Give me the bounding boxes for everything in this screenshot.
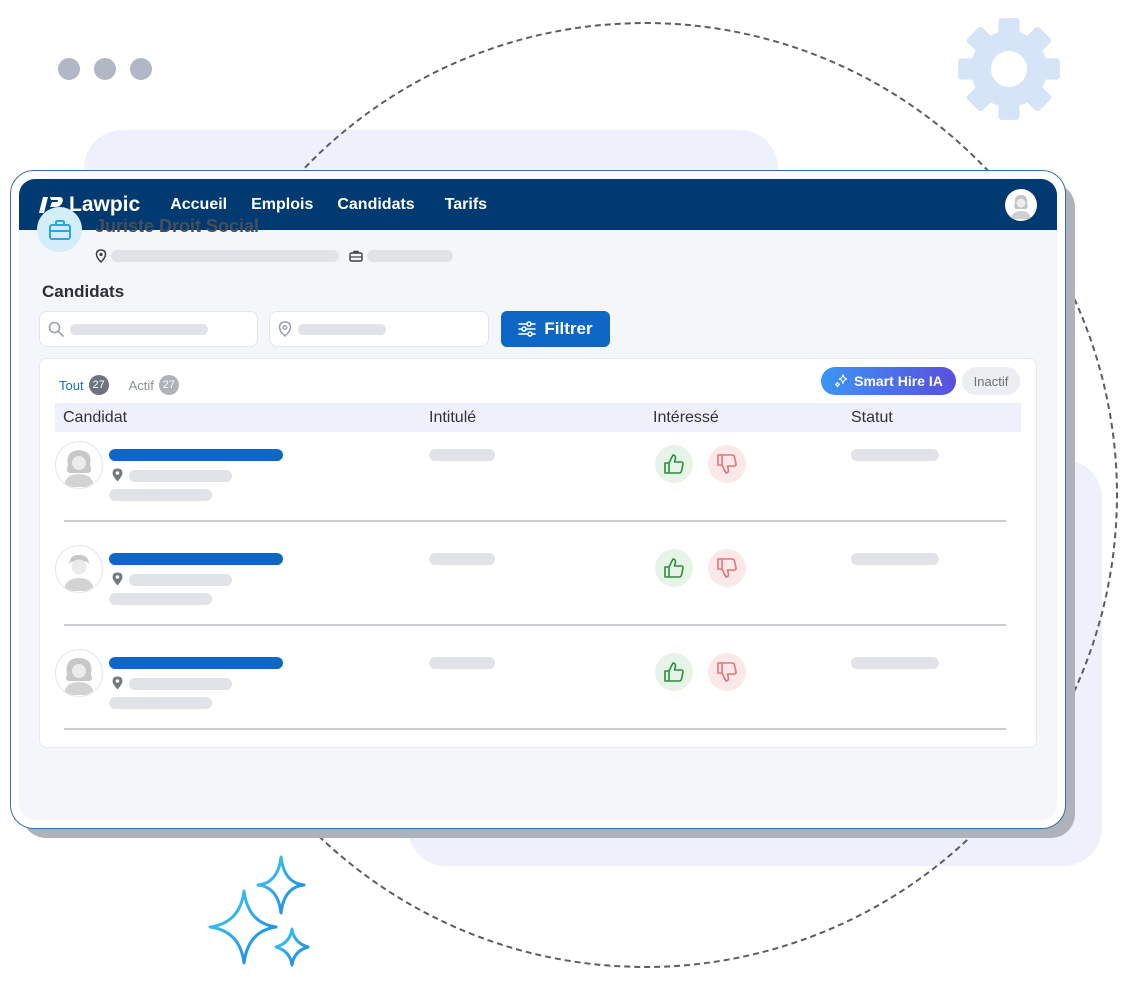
dot: [58, 58, 80, 80]
thumbs-down-button[interactable]: [708, 445, 746, 483]
table-header: Candidat Intitulé Intéressé Statut: [55, 403, 1021, 432]
smart-hire-button[interactable]: Smart Hire IA: [821, 367, 956, 395]
table-row[interactable]: [55, 536, 1021, 640]
candidate-location-placeholder: [129, 470, 232, 482]
candidate-avatar: [55, 441, 103, 489]
candidate-detail-placeholder: [109, 593, 212, 605]
dot: [94, 58, 116, 80]
job-title-placeholder: [429, 449, 495, 461]
thumbs-down-button[interactable]: [708, 549, 746, 587]
job-meta: [95, 249, 453, 263]
thumbs-up-icon: [664, 558, 684, 578]
row-divider: [64, 728, 1006, 730]
job-header: Juriste Droit Social: [37, 207, 453, 263]
thumbs-up-icon: [664, 454, 684, 474]
column-intitule: Intitulé: [429, 409, 477, 426]
table-row[interactable]: [55, 432, 1021, 536]
inactive-filter-button[interactable]: Inactif: [962, 367, 1020, 395]
location-pin-icon: [112, 572, 123, 586]
tab-count: 27: [88, 375, 109, 395]
job-title: Juriste Droit Social: [95, 216, 260, 236]
search-placeholder: [70, 323, 208, 335]
status-placeholder: [851, 449, 939, 461]
tab-label: Tout: [59, 377, 84, 393]
location-pin-icon: [112, 676, 123, 690]
candidates-table: Tout 27 Actif 27 Smart Hire IA Inactif C…: [39, 358, 1037, 748]
briefcase-small-icon: [349, 250, 363, 262]
user-avatar[interactable]: [1005, 189, 1037, 221]
thumbs-down-button[interactable]: [708, 653, 746, 691]
app-content: Lawpic Accueil Emplois Candidats Tarifs: [19, 179, 1057, 820]
row-divider: [64, 520, 1006, 522]
tab-label: Actif: [128, 377, 154, 393]
window-dots: [58, 58, 152, 80]
column-statut: Statut: [851, 409, 893, 426]
illustration-stage: Lawpic Accueil Emplois Candidats Tarifs: [0, 0, 1126, 990]
location-pin-icon: [95, 249, 107, 263]
candidate-avatar: [55, 545, 103, 593]
thumbs-down-icon: [717, 558, 737, 578]
status-placeholder: [851, 657, 939, 669]
status-placeholder: [851, 553, 939, 565]
tab-tout[interactable]: Tout 27: [59, 375, 109, 395]
thumbs-up-button[interactable]: [655, 653, 693, 691]
table-row[interactable]: [55, 640, 1021, 744]
sliders-icon: [518, 321, 537, 337]
column-candidat: Candidat: [63, 409, 128, 426]
job-type-placeholder: [367, 250, 453, 262]
candidate-name-placeholder: [109, 553, 283, 565]
candidate-location-placeholder: [129, 678, 232, 690]
row-divider: [64, 624, 1006, 626]
candidate-detail-placeholder: [109, 697, 212, 709]
candidate-location-placeholder: [129, 574, 232, 586]
thumbs-down-icon: [717, 662, 737, 682]
thumbs-up-icon: [664, 662, 684, 682]
tab-count: 27: [158, 375, 179, 395]
sparkles-icon: [208, 855, 310, 967]
candidate-avatar: [55, 649, 103, 697]
gear-icon: [958, 18, 1060, 120]
tab-actif[interactable]: Actif 27: [129, 375, 179, 395]
job-title-placeholder: [429, 657, 495, 669]
thumbs-down-icon: [717, 454, 737, 474]
location-pin-icon: [278, 321, 292, 337]
location-input[interactable]: [269, 311, 489, 347]
location-placeholder: [298, 323, 386, 335]
status-tabs: Tout 27 Actif 27: [59, 375, 179, 395]
thumbs-up-button[interactable]: [655, 549, 693, 587]
section-title: Candidats: [42, 282, 125, 301]
search-input[interactable]: [39, 311, 258, 347]
location-pin-icon: [112, 468, 123, 482]
candidate-name-placeholder: [109, 657, 283, 669]
column-interesse: Intéressé: [653, 409, 719, 426]
user-avatar-icon: [1011, 195, 1031, 219]
search-icon: [48, 321, 64, 337]
job-title-placeholder: [429, 553, 495, 565]
candidate-detail-placeholder: [109, 489, 212, 501]
filter-button[interactable]: Filtrer: [501, 311, 610, 347]
job-location-placeholder: [111, 250, 339, 262]
dot: [130, 58, 152, 80]
candidate-name-placeholder: [109, 449, 283, 461]
sparkle-icon: [835, 374, 848, 388]
app-window: Lawpic Accueil Emplois Candidats Tarifs: [10, 170, 1066, 829]
thumbs-up-button[interactable]: [655, 445, 693, 483]
smart-hire-label: Smart Hire IA: [854, 373, 943, 389]
filter-label: Filtrer: [544, 319, 593, 338]
briefcase-icon: [37, 207, 82, 252]
